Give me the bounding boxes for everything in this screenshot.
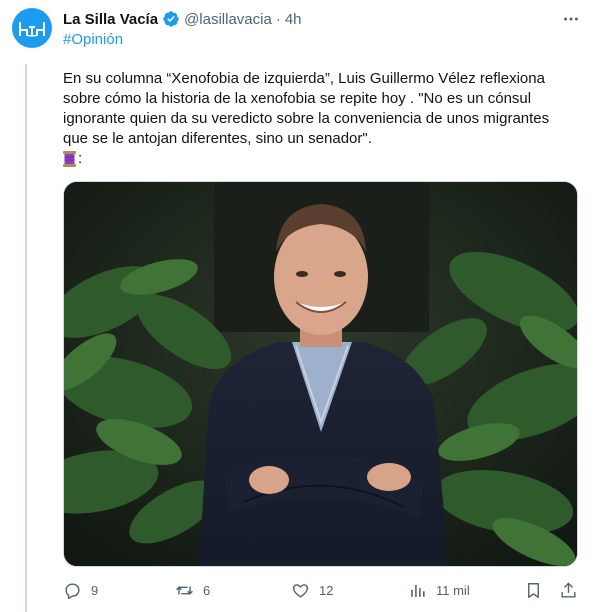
tweet-actions: 9 6 12 11 mil [63, 578, 578, 602]
tweet-timestamp[interactable]: 4h [285, 11, 302, 28]
reply-button[interactable]: 9 [63, 578, 98, 602]
views-chart-icon [411, 584, 425, 597]
heart-icon [292, 583, 309, 598]
reply-icon [65, 582, 80, 599]
repost-count: 6 [203, 582, 211, 598]
share-icon [561, 581, 576, 598]
more-options-icon[interactable] [561, 9, 581, 29]
bookmark-icon [528, 582, 539, 598]
emoji-line: : [63, 149, 82, 169]
avatar[interactable] [12, 8, 52, 48]
author-name[interactable]: La Silla Vacía [63, 11, 158, 28]
views-count: 11 mil [436, 582, 470, 598]
spool-of-thread-emoji-icon [63, 151, 76, 167]
repost-icon [176, 585, 193, 595]
portrait-photo [64, 182, 577, 566]
like-count: 12 [319, 582, 334, 598]
reply-count: 9 [91, 582, 99, 598]
like-button[interactable]: 12 [291, 578, 333, 602]
tweet-photo[interactable] [63, 181, 578, 567]
verified-badge-icon [162, 10, 180, 28]
separator-dot: · [275, 10, 281, 28]
thread-line [25, 64, 27, 612]
repost-button[interactable]: 6 [175, 578, 210, 602]
tweet-body: En su columna “Xenofobia de izquierda”, … [63, 70, 550, 147]
views-button[interactable]: 11 mil [408, 578, 470, 602]
share-button[interactable] [559, 578, 578, 602]
author-handle[interactable]: @lasillavacia [184, 11, 272, 28]
emoji-suffix: : [78, 150, 83, 167]
tweet-header: La Silla Vacía @lasillavacia · 4h [63, 9, 557, 29]
chairs-logo-icon [19, 22, 45, 37]
hashtag-link[interactable]: #Opinión [63, 30, 123, 50]
bookmark-button[interactable] [524, 578, 543, 602]
